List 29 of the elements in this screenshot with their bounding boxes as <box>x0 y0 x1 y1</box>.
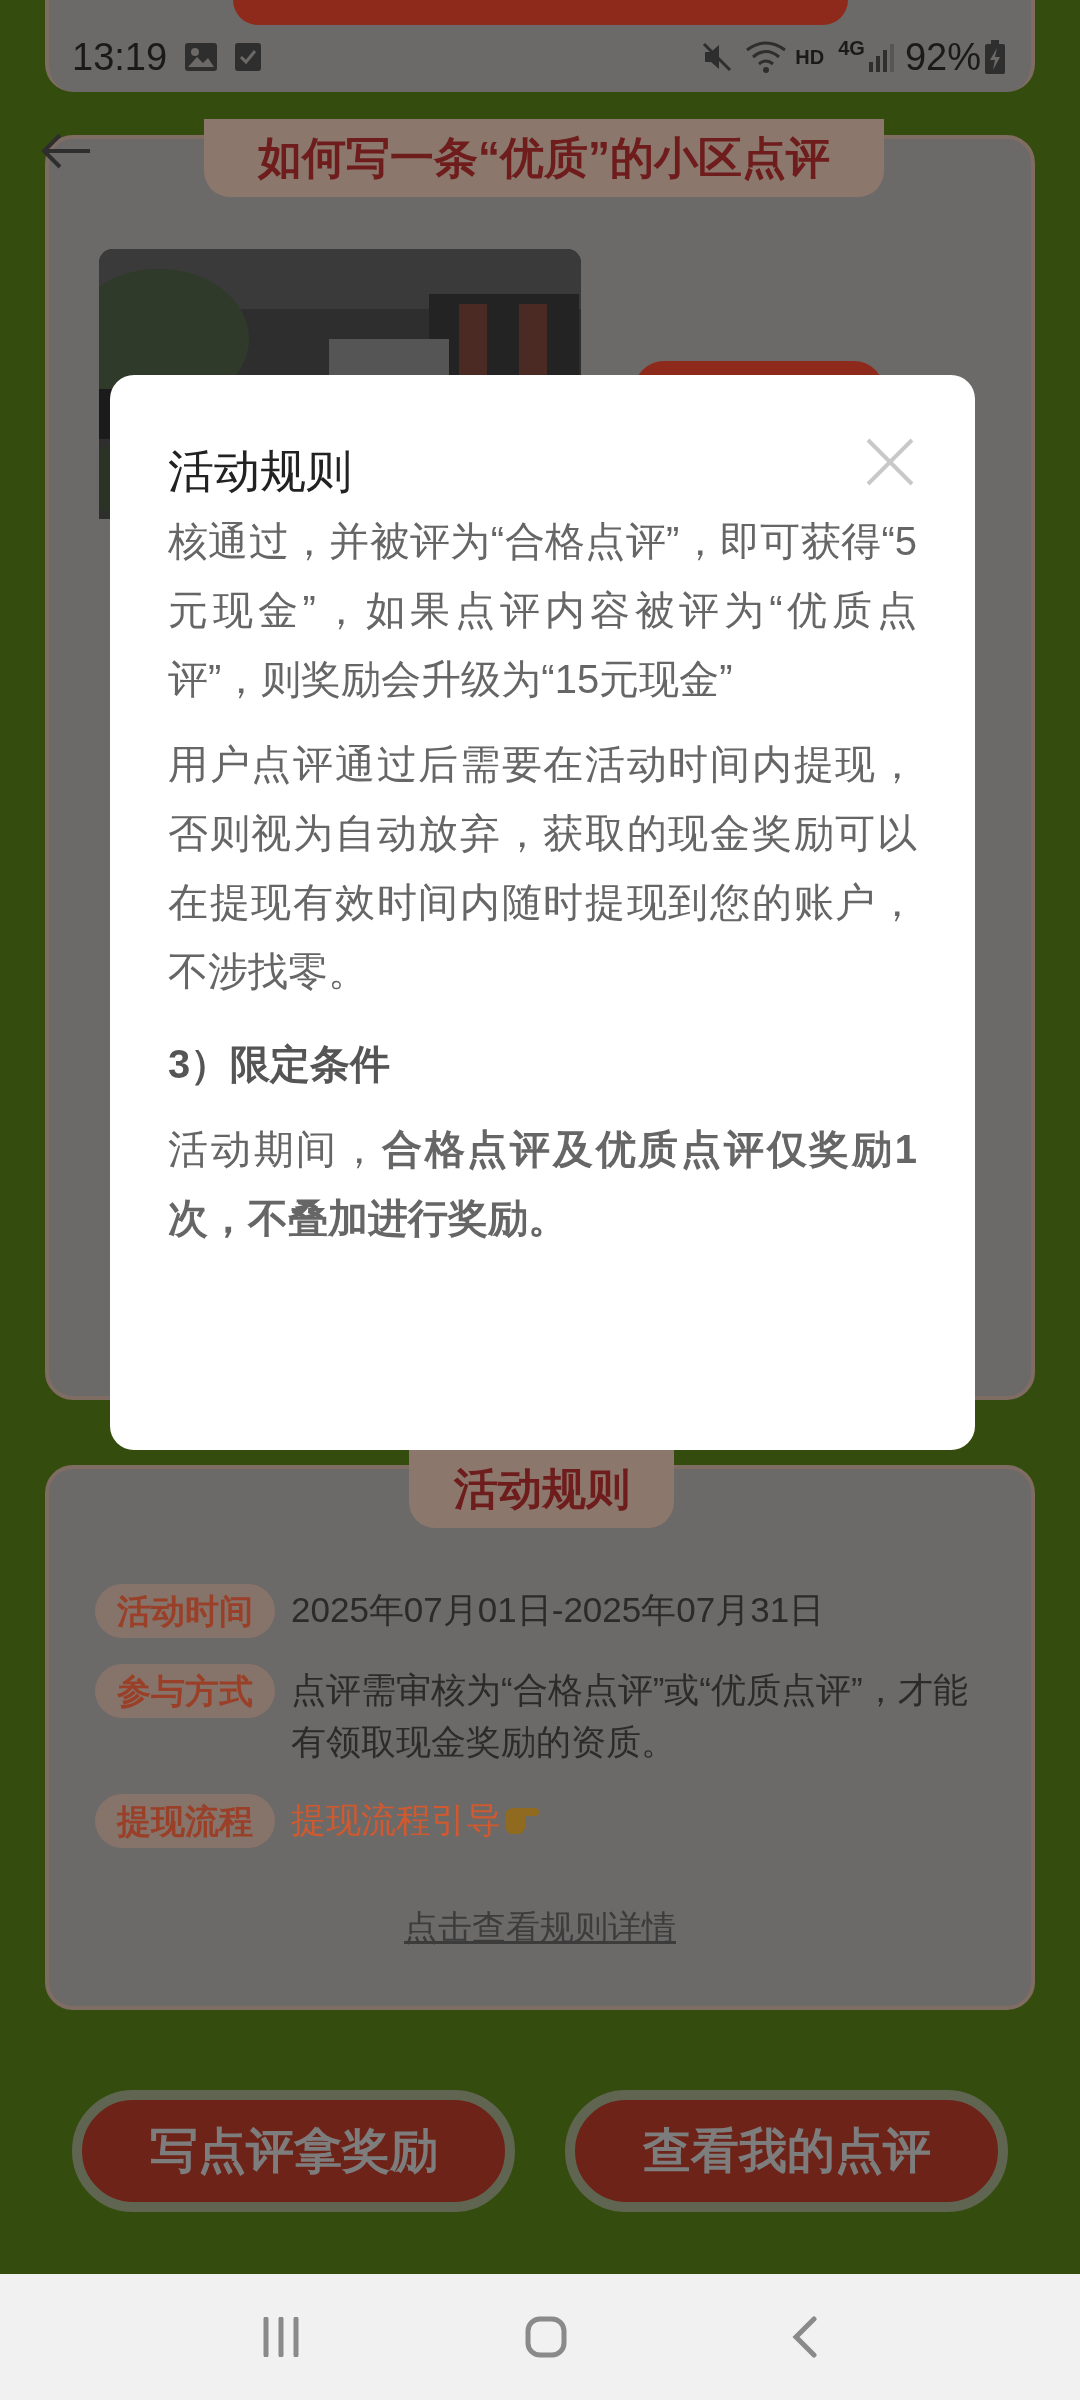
wifi-icon <box>745 40 788 74</box>
rule-paragraph: 核通过，并被评为“合格点评”，即可获得“5元现金”，如果点评内容被评为“优质点评”，则奖励会升级为“15元现金” <box>168 518 917 703</box>
action-button[interactable]: 查看我的点评 <box>565 2090 1008 2212</box>
hd-label: HD <box>795 47 825 67</box>
rule-paragraph: 用户点评通过后需要在活动时间内提现，否则视为自动放弃，获取的现金奖励可以在提现有效时间内随时提现到您的账户，不涉找零。 <box>168 741 917 995</box>
close-icon[interactable] <box>865 437 915 487</box>
section-heading: 3）限定条件 <box>168 1041 392 1088</box>
rule-paragraph: 活动期间，合格点评及优质点评仅奖励1次，不叠加进行奖励。 <box>168 1126 917 1242</box>
battery-percent: 92% <box>904 38 981 76</box>
label-tag: 活动时间 <box>95 1584 275 1638</box>
card-title: 活动规则 <box>409 1450 674 1528</box>
recent-apps-icon[interactable] <box>262 2317 301 2357</box>
card-title: 如何写一条“优质”的小区点评 <box>204 119 884 197</box>
image-icon <box>185 43 218 71</box>
label-tag: 提现流程 <box>95 1794 275 1848</box>
checkbox-icon <box>235 43 262 71</box>
signal-icon <box>866 42 895 72</box>
rule-text: 2025年07月01日-2025年07月31日 <box>291 1589 826 1631</box>
rule-text: 点评需审核为“合格点评”或“优质点评”，才能有领取现金奖励的资质。 <box>291 1669 969 1763</box>
back-arrow-icon[interactable] <box>40 132 92 170</box>
battery-icon <box>985 40 1005 74</box>
status-time: 13:19 <box>72 38 168 76</box>
label-tag: 参与方式 <box>95 1664 275 1718</box>
back-icon[interactable] <box>791 2316 818 2358</box>
mute-icon <box>701 41 734 73</box>
home-icon[interactable] <box>525 2316 567 2358</box>
network-label: 4G <box>838 38 865 58</box>
action-button[interactable]: 写点评拿奖励 <box>72 2090 515 2212</box>
dialog-title: 活动规则 <box>168 444 352 499</box>
